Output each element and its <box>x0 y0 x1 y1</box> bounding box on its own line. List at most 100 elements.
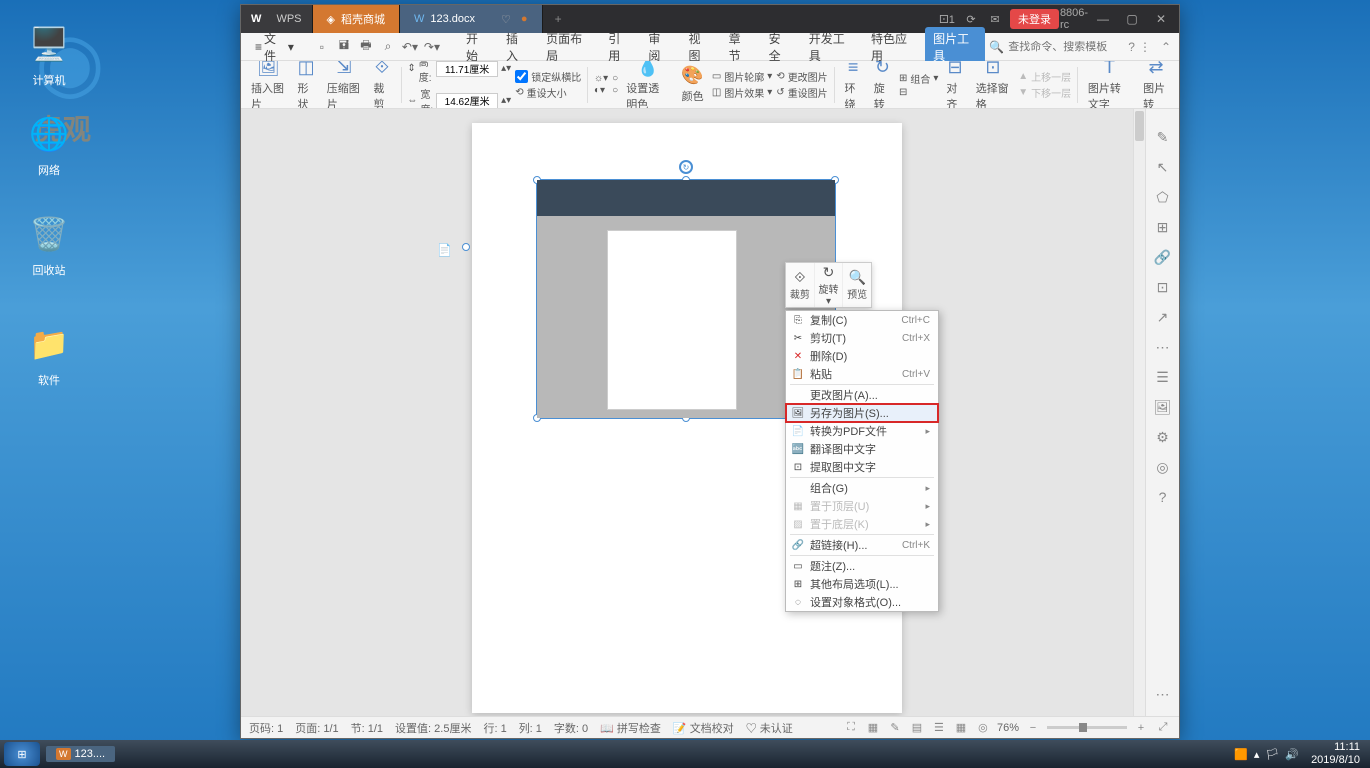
view-web-icon[interactable]: ▦ <box>953 720 969 736</box>
insert-image-button[interactable]: 🖼插入图片 <box>247 61 290 109</box>
mini-crop-button[interactable]: ⟐裁剪 <box>786 263 815 307</box>
sync-icon[interactable]: ⟳ <box>962 10 980 28</box>
desktop-icon-software[interactable]: 📁 软件 <box>14 320 84 388</box>
ctx-item[interactable]: 更改图片(A)... <box>786 386 938 404</box>
panel-list-icon[interactable]: ☰ <box>1153 367 1173 387</box>
ctx-item[interactable]: 🔤翻译图中文字 <box>786 440 938 458</box>
height-input[interactable] <box>436 61 498 77</box>
width-input[interactable] <box>436 93 498 109</box>
status-unverified[interactable]: ♡ 未认证 <box>746 720 793 736</box>
mini-preview-button[interactable]: 🔍预览 <box>843 263 871 307</box>
view-full-icon[interactable]: ⛶ <box>843 720 859 736</box>
change-pic-button[interactable]: ⟲更改图片 <box>776 69 827 84</box>
login-button[interactable]: 未登录 <box>1010 9 1059 29</box>
tab-add[interactable]: + <box>543 12 574 26</box>
document-canvas[interactable]: 📄 ↻ <box>241 109 1133 716</box>
lock-ratio-checkbox[interactable]: 锁定纵横比 <box>515 69 581 84</box>
panel-ellipsis-icon[interactable]: ⋯ <box>1153 337 1173 357</box>
zoom-slider[interactable] <box>1047 726 1127 729</box>
ctx-item[interactable]: ✂剪切(T)Ctrl+X <box>786 329 938 347</box>
zoom-level[interactable]: 76% <box>997 722 1019 734</box>
help-icon[interactable]: ? <box>1128 40 1135 54</box>
blank-icon[interactable]: ○ <box>612 73 618 84</box>
qat-new-icon[interactable]: ▫ <box>312 37 332 57</box>
status-doccheck[interactable]: 📝 文档校对 <box>673 720 734 736</box>
reset-size-button[interactable]: ⟲重设大小 <box>515 85 581 100</box>
pic-trans-button[interactable]: ⇄图片转 <box>1139 61 1173 109</box>
tray-up-icon[interactable]: ▴ <box>1254 748 1260 761</box>
zoom-out-icon[interactable]: − <box>1025 720 1041 736</box>
compress-button[interactable]: ⇲压缩图片 <box>323 61 366 109</box>
minimize-button[interactable]: — <box>1089 9 1117 29</box>
zoom-in-icon[interactable]: + <box>1133 720 1149 736</box>
pic-to-text-button[interactable]: T图片转文字 <box>1084 61 1135 109</box>
ctx-item[interactable]: 🖼另存为图片(S)... <box>786 404 938 422</box>
qat-print-icon[interactable]: 🖶 <box>356 37 376 57</box>
transparent-button[interactable]: 💧设置透明色 <box>622 61 673 109</box>
sel-handle[interactable] <box>462 243 470 251</box>
panel-export-icon[interactable]: ↗ <box>1153 307 1173 327</box>
close-button[interactable]: ✕ <box>1147 9 1175 29</box>
desktop-icon-network[interactable]: 🌐 网络 <box>14 110 84 178</box>
view-read-icon[interactable]: ▦ <box>865 720 881 736</box>
ctx-item[interactable]: 🔗超链接(H)...Ctrl+K <box>786 536 938 554</box>
panel-more2-icon[interactable]: ⋯ <box>1153 684 1173 704</box>
settings-icon[interactable]: ⋮ <box>1139 40 1151 54</box>
brightness-icon[interactable]: ☼▾ <box>594 73 608 84</box>
qat-save-icon[interactable]: 🖬 <box>334 37 354 57</box>
ctx-item[interactable]: ◌设置对象格式(O)... <box>786 593 938 611</box>
desktop-icon-computer[interactable]: 🖥️ 计算机 <box>14 20 84 88</box>
desktop-icon-recycle[interactable]: 🗑️ 回收站 <box>14 210 84 278</box>
panel-link-icon[interactable]: 🔗 <box>1153 247 1173 267</box>
ctx-item[interactable]: ⊞其他布局选项(L)... <box>786 575 938 593</box>
file-menu[interactable]: ≡ 文件 ▾ <box>249 28 300 66</box>
notif-icon[interactable]: ⚀1 <box>938 10 956 28</box>
align-button[interactable]: ⊟ <box>899 87 938 98</box>
rotate-button[interactable]: ↻旋转 <box>870 61 895 109</box>
select-pane-button[interactable]: ⊡选择窗格 <box>972 61 1015 109</box>
collapse-icon[interactable]: ⌃ <box>1161 40 1171 54</box>
panel-image-icon[interactable]: 🖼 <box>1153 397 1173 417</box>
reset-pic-button[interactable]: ↺重设图片 <box>776 85 827 100</box>
ctx-item[interactable]: ✕删除(D) <box>786 347 938 365</box>
panel-gear-icon[interactable]: ⚙ <box>1153 427 1173 447</box>
effect-button[interactable]: ◫图片效果▾ <box>712 85 772 100</box>
tab-store[interactable]: ◈稻壳商城 <box>313 5 400 33</box>
scroll-thumb[interactable] <box>1135 111 1144 141</box>
zoom-fit-icon[interactable]: ◎ <box>975 720 991 736</box>
outline-button[interactable]: ▭图片轮廓▾ <box>712 69 772 84</box>
tray-action-icon[interactable]: 🏳 <box>1265 748 1279 761</box>
blank2-icon[interactable]: ○ <box>612 85 618 96</box>
qat-preview-icon[interactable]: ⌕ <box>378 37 398 57</box>
ctx-item[interactable]: 📄转换为PDF文件▸ <box>786 422 938 440</box>
msg-icon[interactable]: ✉ <box>986 10 1004 28</box>
tray-flag-icon[interactable]: 🟧 <box>1234 748 1248 761</box>
contrast-icon[interactable]: ◐▾ <box>594 85 605 96</box>
ctx-item[interactable]: ⊡提取图中文字 <box>786 458 938 476</box>
view-outline-icon[interactable]: ☰ <box>931 720 947 736</box>
qat-redo-icon[interactable]: ↷▾ <box>422 37 442 57</box>
wrap-button[interactable]: ≡环绕 <box>840 61 865 109</box>
crop-button[interactable]: ⟐裁剪 <box>369 61 394 109</box>
taskbar-app[interactable]: W123.... <box>46 746 115 762</box>
panel-shape-icon[interactable]: ⬠ <box>1153 187 1173 207</box>
search-input[interactable] <box>1008 41 1118 53</box>
shape-button[interactable]: ◫形状 <box>294 61 319 109</box>
taskbar-clock[interactable]: 11:11 2019/8/10 <box>1305 741 1366 767</box>
ctx-item[interactable]: ⎘复制(C)Ctrl+C <box>786 311 938 329</box>
align-button2[interactable]: ⊟对齐 <box>942 61 967 109</box>
fullscreen-icon[interactable]: ⤢ <box>1155 720 1171 736</box>
status-spellcheck[interactable]: 📖 拼写检查 <box>600 720 661 736</box>
panel-edit-icon[interactable]: ✎ <box>1153 127 1173 147</box>
qat-undo-icon[interactable]: ↶▾ <box>400 37 420 57</box>
panel-more-icon[interactable]: ⊡ <box>1153 277 1173 297</box>
ctx-item[interactable]: 组合(G)▸ <box>786 479 938 497</box>
ctx-item[interactable]: ▭题注(Z)... <box>786 557 938 575</box>
view-print-icon[interactable]: ▤ <box>909 720 925 736</box>
color-button[interactable]: 🎨颜色 <box>677 64 707 106</box>
mini-rotate-button[interactable]: ↻旋转▾ <box>815 263 844 307</box>
panel-select-icon[interactable]: ↖ <box>1153 157 1173 177</box>
panel-nav-icon[interactable]: ⊞ <box>1153 217 1173 237</box>
maximize-button[interactable]: ▢ <box>1118 9 1146 29</box>
combo-button[interactable]: ⊞组合▾ <box>899 71 938 86</box>
